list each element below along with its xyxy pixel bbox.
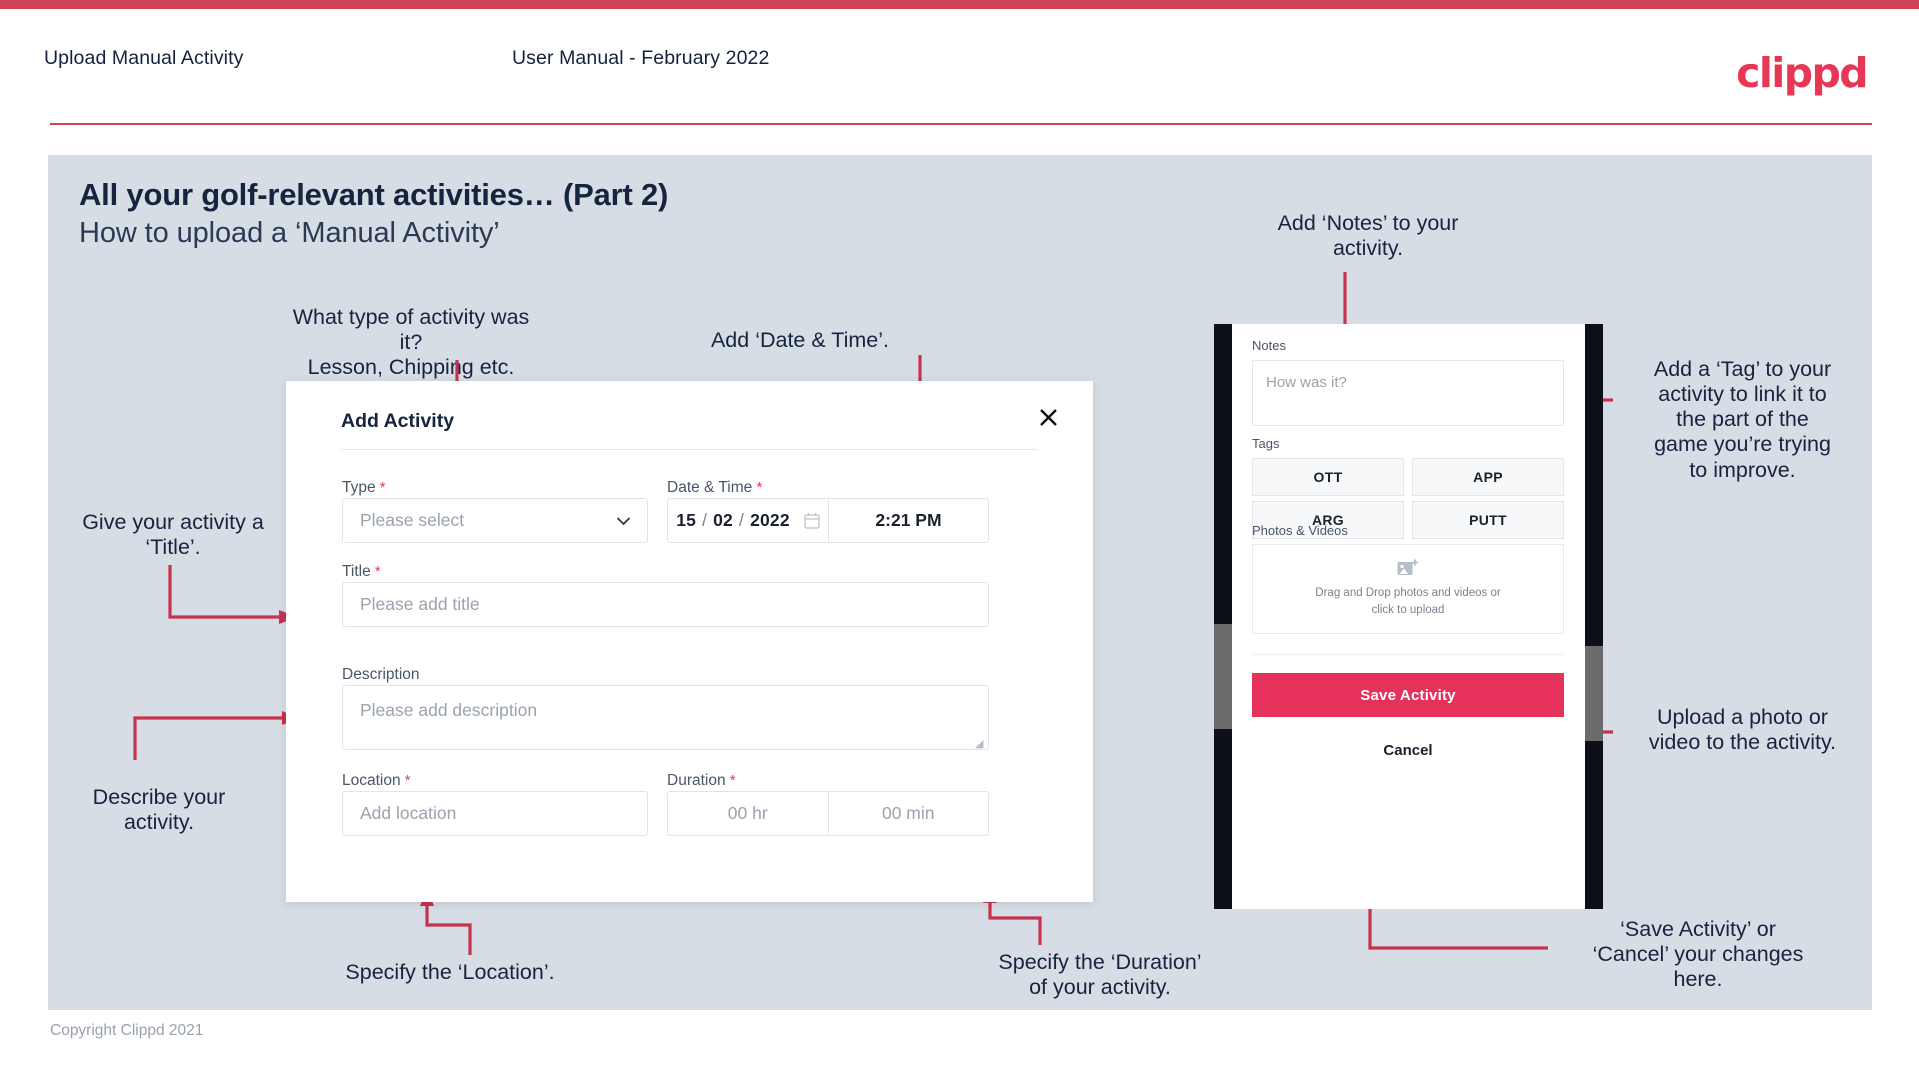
add-activity-dialog: Add Activity Type * Please select Date &…: [286, 381, 1093, 902]
date-year: 2022: [750, 510, 790, 530]
slide-title-secondary: How to upload a ‘Manual Activity’: [79, 217, 500, 249]
description-textarea[interactable]: Please add description ◢: [342, 685, 989, 750]
date-sep-2: /: [739, 510, 745, 530]
annotation-duration: Specify the ‘Duration’ of your activity.: [998, 950, 1202, 1000]
duration-label: Duration *: [667, 772, 736, 790]
phone-notes-label: Notes: [1252, 338, 1286, 353]
date-day: 15: [676, 510, 697, 530]
phone-volume-button-right: [1585, 646, 1603, 741]
annotation-type: What type of activity was it? Lesson, Chi…: [292, 305, 530, 380]
type-label: Type *: [342, 479, 386, 497]
annotation-notes: Add ‘Notes’ to your activity.: [1277, 211, 1459, 261]
dialog-divider: [341, 449, 1038, 450]
tag-button-ott[interactable]: OTT: [1252, 458, 1404, 496]
header-left-title: Upload Manual Activity: [44, 47, 244, 69]
required-asterisk: *: [752, 479, 763, 496]
time-input[interactable]: 2:21 PM: [829, 499, 988, 542]
annotation-description: Describe your activity.: [92, 785, 226, 835]
type-label-text: Type: [342, 479, 376, 496]
phone-upload-dropzone[interactable]: Drag and Drop photos and videos or click…: [1252, 544, 1564, 634]
datetime-label: Date & Time *: [667, 479, 762, 497]
phone-notes-input[interactable]: How was it?: [1252, 360, 1564, 426]
datetime-label-text: Date & Time: [667, 479, 753, 496]
phone-mockup: Notes How was it? Tags OTT APP ARG PUTT …: [1214, 324, 1603, 909]
location-label-text: Location: [342, 772, 401, 789]
phone-screen: Notes How was it? Tags OTT APP ARG PUTT …: [1232, 324, 1585, 909]
location-placeholder: Add location: [360, 803, 457, 823]
duration-group: 00 hr 00 min: [667, 791, 989, 836]
phone-upload-text: Drag and Drop photos and videos or click…: [1315, 585, 1500, 618]
duration-label-text: Duration: [667, 772, 726, 789]
title-label-text: Title: [342, 563, 371, 580]
annotation-location: Specify the ‘Location’.: [345, 960, 555, 984]
required-asterisk: *: [725, 772, 736, 789]
annotation-save-cancel: ‘Save Activity’ or ‘Cancel’ your changes h…: [1592, 917, 1804, 992]
close-glyph: [1039, 408, 1057, 426]
title-label: Title *: [342, 563, 381, 581]
datetime-group: 15 / 02 / 2022 2:21 PM: [667, 498, 989, 543]
required-asterisk: *: [400, 772, 411, 789]
duration-minutes-input[interactable]: 00 min: [829, 792, 989, 835]
description-placeholder: Please add description: [360, 700, 538, 720]
phone-upload-text-line1: Drag and Drop photos and videos or: [1315, 587, 1501, 600]
description-label-text: Description: [342, 666, 420, 683]
date-month: 02: [713, 510, 733, 530]
phone-volume-button-left: [1214, 624, 1232, 729]
type-placeholder: Please select: [360, 510, 465, 530]
required-asterisk: *: [370, 563, 381, 580]
top-accent-stripe: [0, 0, 1919, 9]
annotation-datetime: Add ‘Date & Time’.: [710, 328, 890, 352]
close-icon[interactable]: [1031, 400, 1065, 434]
date-input[interactable]: 15 / 02 / 2022: [668, 499, 828, 542]
resize-grip-icon[interactable]: ◢: [975, 737, 985, 750]
header-center-title: User Manual - February 2022: [512, 47, 770, 69]
tag-button-app[interactable]: APP: [1412, 458, 1564, 496]
tag-button-putt[interactable]: PUTT: [1412, 501, 1564, 539]
header-divider: [50, 123, 1872, 125]
type-select[interactable]: Please select: [342, 498, 648, 543]
phone-notes-placeholder: How was it?: [1266, 374, 1347, 391]
required-asterisk: *: [375, 479, 386, 496]
dialog-title: Add Activity: [341, 410, 455, 432]
title-input[interactable]: Please add title: [342, 582, 989, 627]
phone-upload-text-line2: click to upload: [1371, 604, 1445, 616]
phone-tags-label: Tags: [1252, 436, 1280, 451]
annotation-upload: Upload a photo or video to the activity.: [1648, 705, 1837, 755]
clippd-logo: clippd: [1736, 49, 1868, 97]
chevron-down-icon: [616, 516, 631, 525]
slide-page: Upload Manual Activity User Manual - Feb…: [0, 0, 1919, 1079]
duration-hours-input[interactable]: 00 hr: [668, 792, 828, 835]
add-image-icon: [1397, 559, 1418, 576]
page-header: Upload Manual Activity User Manual - Feb…: [0, 9, 1919, 119]
save-activity-button[interactable]: Save Activity: [1252, 673, 1564, 717]
date-sep-1: /: [702, 510, 708, 530]
phone-divider: [1252, 654, 1564, 655]
annotation-title: Give your activity a ‘Title’.: [82, 510, 264, 560]
phone-photos-label: Photos & Videos: [1252, 523, 1348, 538]
title-placeholder: Please add title: [360, 594, 480, 614]
footer-copyright: Copyright Clippd 2021: [50, 1022, 204, 1039]
location-label: Location *: [342, 772, 411, 790]
location-input[interactable]: Add location: [342, 791, 648, 836]
slide-title-primary: All your golf-relevant activities… (Part…: [79, 177, 669, 212]
annotation-tags: Add a ‘Tag’ to your activity to link it t…: [1653, 357, 1832, 482]
description-label: Description: [342, 666, 420, 684]
cancel-button[interactable]: Cancel: [1252, 734, 1564, 766]
calendar-icon[interactable]: [804, 512, 820, 529]
